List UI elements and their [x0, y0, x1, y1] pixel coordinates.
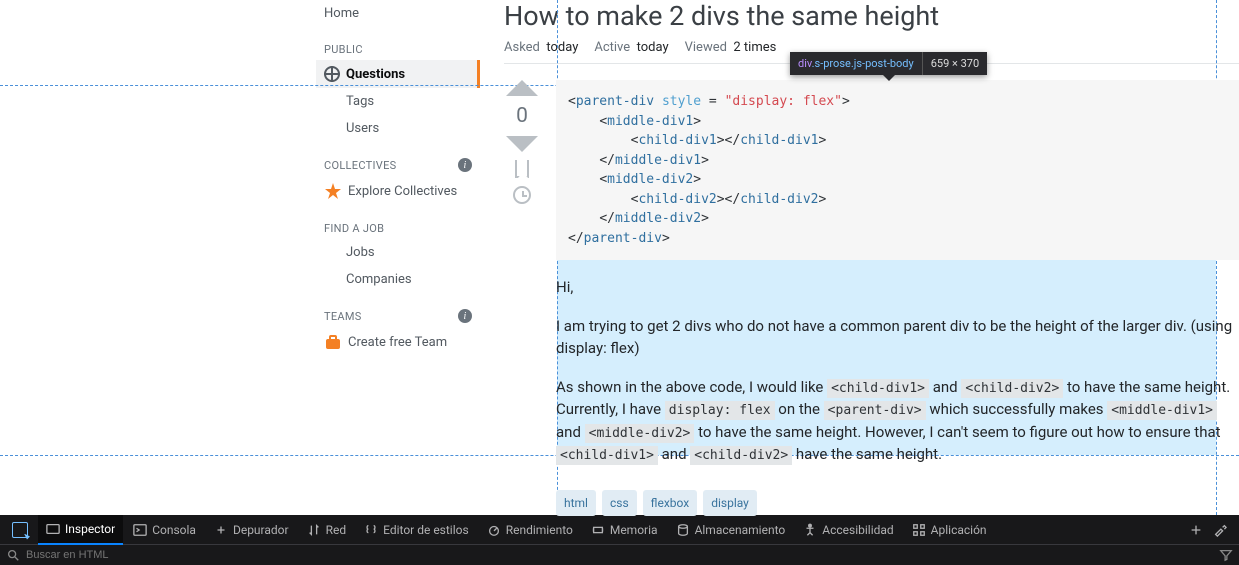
search-icon — [6, 548, 20, 562]
paragraph: Hi, — [556, 276, 1239, 299]
sidebar-findjob-header: FIND A JOB — [316, 206, 480, 239]
tab-inspector-label: Inspector — [65, 522, 115, 536]
inline-code: <parent-div> — [824, 401, 926, 420]
star-icon — [324, 182, 342, 200]
tooltip-dimensions: 659 × 370 — [923, 52, 987, 75]
tab-style-label: Editor de estilos — [383, 523, 469, 537]
eyedropper-icon[interactable] — [1213, 523, 1227, 537]
debugger-icon — [214, 523, 228, 537]
inline-code: <child-div1> — [827, 379, 929, 398]
element-picker-button[interactable] — [4, 515, 36, 545]
tab-storage-label: Almacenamiento — [695, 523, 786, 537]
tab-accessibility[interactable]: Accesibilidad — [795, 515, 901, 545]
tooltip-selector: div.s-prose.js-post-body — [790, 52, 923, 75]
main-content: How to make 2 divs the same height Asked… — [480, 0, 1239, 515]
devtools-panel: Inspector Consola Depurador Red Editor d… — [0, 515, 1239, 565]
inline-code: <child-div2> — [690, 446, 792, 465]
sidebar-jobs[interactable]: Jobs — [316, 239, 480, 266]
meta-active: Active today — [594, 40, 668, 55]
paragraph: As shown in the above code, I would like… — [556, 376, 1239, 466]
meta-viewed: Viewed 2 times — [685, 40, 777, 55]
explore-collectives-label: Explore Collectives — [348, 184, 457, 199]
sidebar-explore-collectives[interactable]: Explore Collectives — [316, 176, 480, 206]
sidebar-teams-header: TEAMS i — [316, 293, 480, 327]
tab-style-editor[interactable]: Editor de estilos — [356, 515, 477, 545]
question-title: How to make 2 divs the same height — [504, 0, 1239, 32]
post-body: <parent-div style = "display: flex"> <mi… — [556, 80, 1239, 516]
create-team-label: Create free Team — [348, 335, 447, 350]
tab-memory-label: Memoria — [610, 523, 658, 537]
memory-icon — [591, 523, 605, 537]
add-icon[interactable] — [1189, 523, 1203, 537]
left-sidebar: Home PUBLIC Questions Tags Users COLLECT… — [316, 0, 480, 515]
sidebar-questions[interactable]: Questions — [316, 60, 480, 88]
tab-application[interactable]: Aplicación — [904, 515, 995, 545]
tag-display[interactable]: display — [703, 490, 757, 516]
console-icon — [133, 523, 147, 537]
tab-debugger-label: Depurador — [233, 523, 289, 537]
tag-html[interactable]: html — [556, 490, 596, 516]
inspector-icon — [46, 522, 60, 536]
info-icon[interactable]: i — [458, 309, 472, 323]
search-right-controls — [1189, 523, 1235, 537]
globe-icon — [324, 66, 340, 82]
storage-icon — [676, 523, 690, 537]
info-icon[interactable]: i — [458, 158, 472, 172]
tag-list: html css flexbox display — [556, 490, 1239, 516]
tab-debugger[interactable]: Depurador — [206, 515, 297, 545]
devtools-element-tooltip: div.s-prose.js-post-body 659 × 370 — [790, 52, 987, 75]
bookmark-button[interactable] — [515, 160, 529, 178]
tab-console[interactable]: Consola — [125, 515, 204, 545]
tab-accessibility-label: Accesibilidad — [822, 523, 893, 537]
sidebar-tags[interactable]: Tags — [316, 88, 480, 115]
tag-flexbox[interactable]: flexbox — [643, 490, 698, 516]
tab-inspector[interactable]: Inspector — [38, 515, 123, 545]
tab-storage[interactable]: Almacenamiento — [668, 515, 794, 545]
tab-performance[interactable]: Rendimiento — [479, 515, 581, 545]
sidebar-users[interactable]: Users — [316, 115, 480, 142]
tab-network-label: Red — [326, 523, 347, 537]
application-icon — [912, 523, 926, 537]
sidebar-public-header: PUBLIC — [316, 27, 480, 60]
tab-performance-label: Rendimiento — [506, 523, 573, 537]
devtools-search-row — [0, 545, 1239, 565]
inline-code: <child-div2> — [961, 379, 1063, 398]
briefcase-icon — [324, 333, 342, 351]
devtools-tabs: Inspector Consola Depurador Red Editor d… — [0, 515, 1239, 545]
network-icon — [307, 523, 321, 537]
filter-icon[interactable] — [1219, 548, 1233, 562]
tab-network[interactable]: Red — [299, 515, 355, 545]
code-block: <parent-div style = "display: flex"> <mi… — [556, 80, 1239, 260]
inline-code: <child-div1> — [556, 446, 658, 465]
sidebar-create-team[interactable]: Create free Team — [316, 327, 480, 357]
sidebar-collectives-header: COLLECTIVES i — [316, 142, 480, 176]
meta-asked: Asked today — [504, 40, 578, 55]
downvote-button[interactable] — [506, 136, 538, 152]
history-button[interactable] — [513, 186, 531, 204]
tab-memory[interactable]: Memoria — [583, 515, 666, 545]
inline-code: display: flex — [665, 401, 775, 420]
vote-score: 0 — [516, 104, 528, 128]
sidebar-questions-label: Questions — [346, 67, 405, 82]
accessibility-icon — [803, 523, 817, 537]
vote-column: 0 — [504, 80, 540, 516]
performance-icon — [487, 523, 501, 537]
tab-application-label: Aplicación — [931, 523, 987, 537]
sidebar-companies[interactable]: Companies — [316, 266, 480, 293]
style-icon — [364, 523, 378, 537]
html-search-input[interactable] — [26, 549, 1213, 561]
picker-icon — [12, 522, 28, 538]
tag-css[interactable]: css — [602, 490, 637, 516]
upvote-button[interactable] — [506, 80, 538, 96]
inline-code: <middle-div1> — [1107, 401, 1217, 420]
inline-code: <middle-div2> — [585, 424, 695, 443]
tab-console-label: Consola — [152, 523, 196, 537]
sidebar-home[interactable]: Home — [316, 0, 480, 27]
paragraph: I am trying to get 2 divs who do not hav… — [556, 315, 1239, 360]
tooltip-arrow — [883, 75, 895, 81]
